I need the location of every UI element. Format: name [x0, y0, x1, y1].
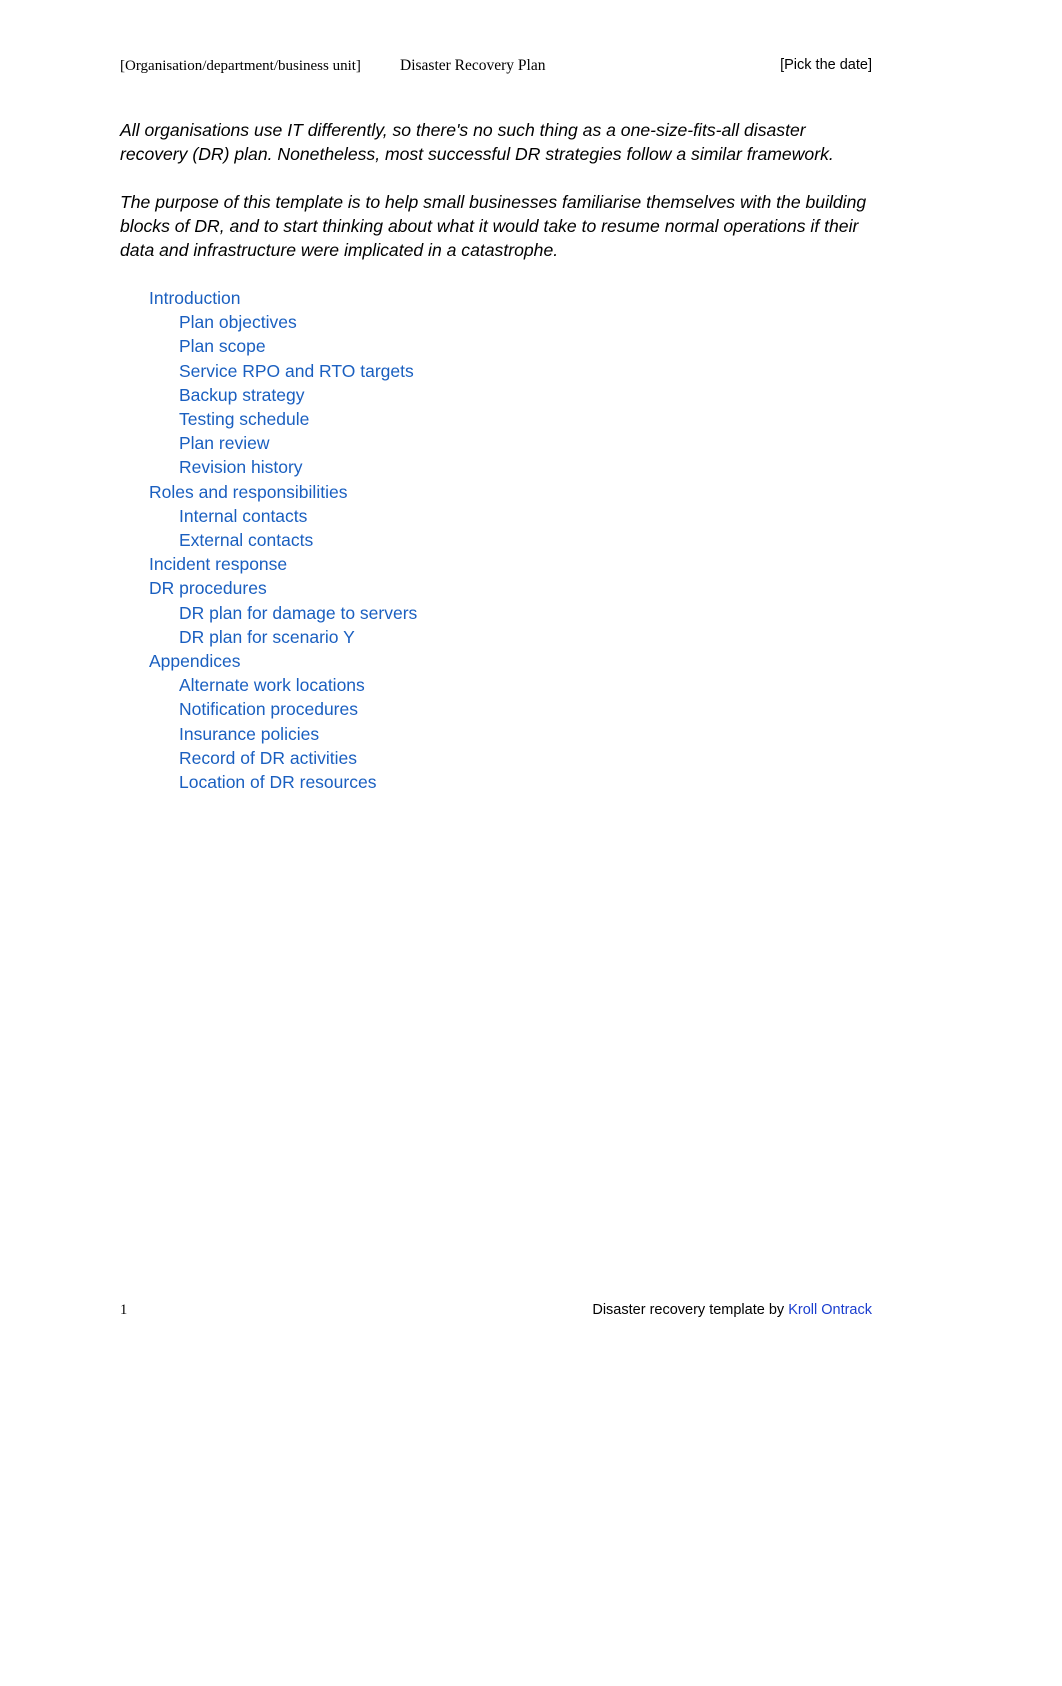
header-organisation-field[interactable]: [Organisation/department/business unit]: [120, 56, 361, 76]
document-page: [Organisation/department/business unit] …: [0, 0, 1062, 1686]
toc-link[interactable]: Introduction: [120, 286, 880, 310]
toc-link[interactable]: Incident response: [120, 552, 880, 576]
toc-link[interactable]: Revision history: [120, 455, 880, 479]
toc-link[interactable]: Testing schedule: [120, 407, 880, 431]
header-document-title: Disaster Recovery Plan: [400, 57, 546, 74]
toc-link[interactable]: Plan objectives: [120, 310, 880, 334]
toc-link[interactable]: Service RPO and RTO targets: [120, 359, 880, 383]
kroll-ontrack-link[interactable]: Kroll Ontrack: [788, 1302, 872, 1318]
toc-link[interactable]: Alternate work locations: [120, 673, 880, 697]
table-of-contents: Introduction Plan objectives Plan scope Ser…: [120, 286, 880, 794]
toc-link[interactable]: Appendices: [120, 649, 880, 673]
toc-link[interactable]: Backup strategy: [120, 383, 880, 407]
footer-credit-text: Disaster recovery template by: [592, 1302, 789, 1318]
toc-link[interactable]: Plan scope: [120, 334, 880, 358]
intro-paragraph-1: All organisations use IT differently, so…: [120, 120, 834, 164]
toc-link[interactable]: Roles and responsibilities: [120, 480, 880, 504]
intro-paragraph-2: The purpose of this template is to help …: [120, 192, 867, 260]
toc-link[interactable]: DR plan for scenario Y: [120, 625, 880, 649]
toc-link[interactable]: DR plan for damage to servers: [120, 601, 880, 625]
page-header: [Organisation/department/business unit] …: [120, 56, 872, 78]
footer-page-number: 1: [120, 1302, 128, 1318]
toc-link[interactable]: Location of DR resources: [120, 770, 880, 794]
toc-link[interactable]: Plan review: [120, 431, 880, 455]
toc-link[interactable]: Insurance policies: [120, 722, 880, 746]
toc-link[interactable]: Record of DR activities: [120, 746, 880, 770]
page-footer: 1 Disaster recovery template by Kroll On…: [120, 1300, 872, 1322]
toc-link[interactable]: Notification procedures: [120, 697, 880, 721]
footer-credit: Disaster recovery template by Kroll Ontr…: [592, 1300, 872, 1320]
toc-link[interactable]: Internal contacts: [120, 504, 880, 528]
toc-link[interactable]: External contacts: [120, 528, 880, 552]
toc-link[interactable]: DR procedures: [120, 576, 880, 600]
header-date-field[interactable]: [Pick the date]: [780, 55, 872, 75]
